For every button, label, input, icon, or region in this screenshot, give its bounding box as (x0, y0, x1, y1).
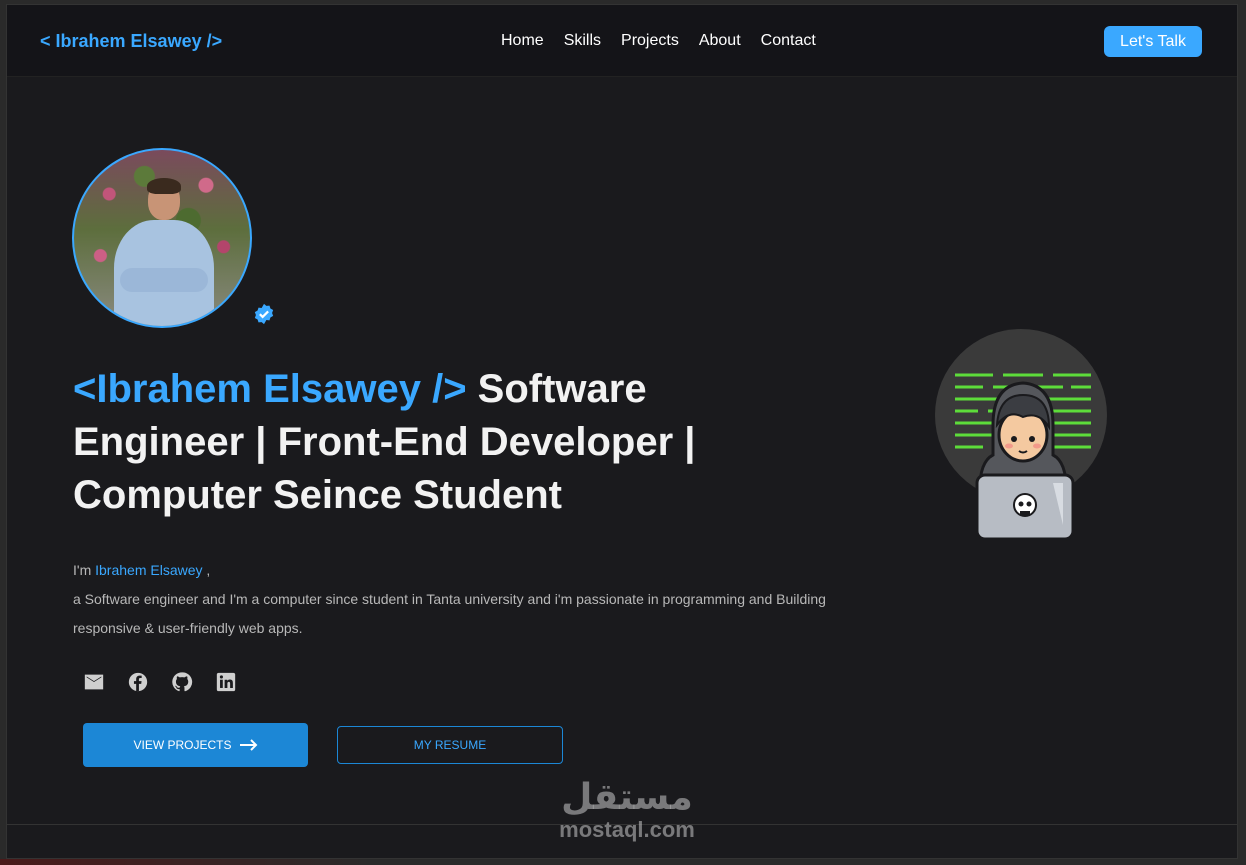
linkedin-icon[interactable] (215, 671, 237, 693)
my-resume-button[interactable]: MY RESUME (337, 726, 563, 764)
verified-badge-icon (254, 303, 274, 325)
page-frame: < Ibrahem Elsawey /> Home Skills Project… (6, 4, 1238, 859)
intro-name-link[interactable]: Ibrahem Elsawey (95, 562, 202, 578)
mostaql-watermark: مستقل mostaql.com (559, 777, 695, 842)
intro-line-3: responsive & user-friendly web apps. (73, 620, 303, 636)
hacker-illustration (935, 329, 1108, 545)
navbar: < Ibrahem Elsawey /> Home Skills Project… (7, 5, 1237, 77)
lets-talk-button[interactable]: Let's Talk (1104, 26, 1202, 57)
nav-contact[interactable]: Contact (761, 32, 816, 50)
nav-projects[interactable]: Projects (621, 32, 679, 50)
facebook-icon[interactable] (127, 671, 149, 693)
nav-about[interactable]: About (699, 32, 741, 50)
nav-home[interactable]: Home (501, 32, 544, 50)
hero-intro: I'm Ibrahem Elsawey , a Software enginee… (73, 556, 873, 643)
mail-icon[interactable] (83, 671, 105, 693)
profile-avatar (72, 148, 274, 328)
nav-links: Home Skills Projects About Contact (501, 32, 816, 50)
headline-name: <Ibrahem Elsawey /> (73, 367, 467, 411)
avatar-photo (72, 148, 252, 328)
arrow-right-icon (239, 739, 257, 751)
hero-headline: <Ibrahem Elsawey /> Software Engineer | … (73, 363, 773, 522)
intro-line-2: a Software engineer and I'm a computer s… (73, 591, 826, 607)
nav-skills[interactable]: Skills (564, 32, 601, 50)
github-icon[interactable] (171, 671, 193, 693)
intro-line-1: I'm Ibrahem Elsawey , (73, 562, 211, 578)
os-taskbar (0, 859, 1246, 865)
view-projects-button[interactable]: VIEW PROJECTS (83, 723, 308, 767)
brand-logo[interactable]: < Ibrahem Elsawey /> (40, 31, 222, 52)
social-links (83, 671, 237, 693)
